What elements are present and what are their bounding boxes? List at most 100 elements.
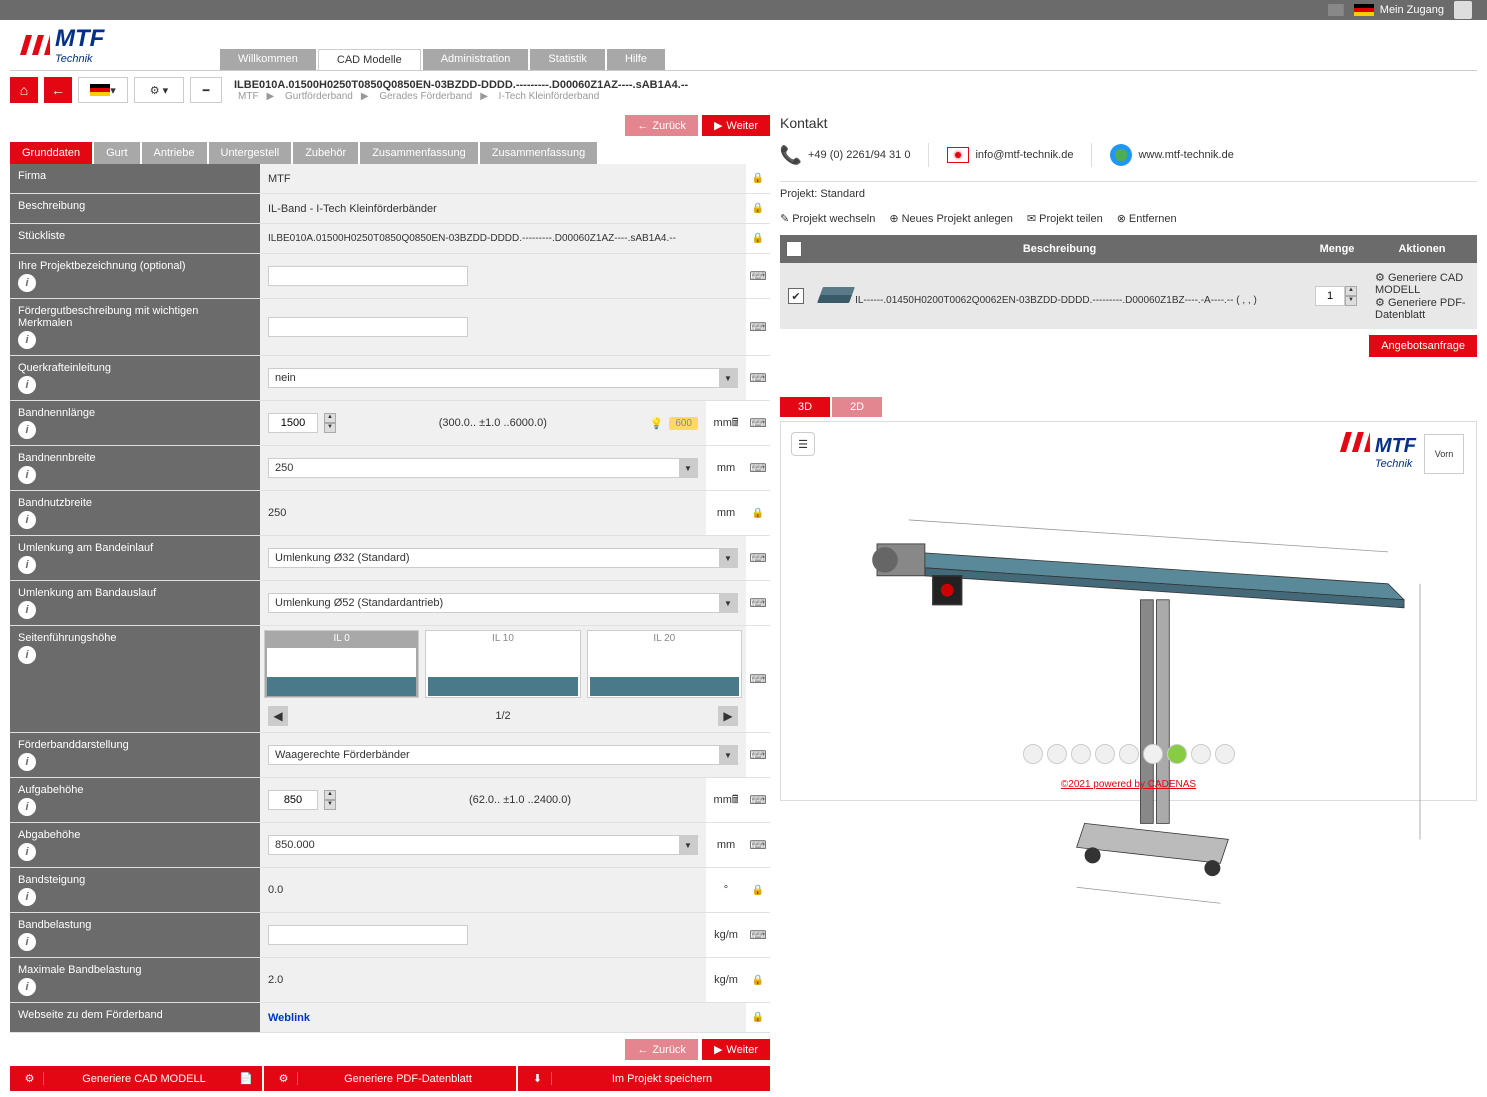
row-checkbox[interactable]: ✔ bbox=[788, 288, 804, 304]
select-bandbreite[interactable]: 250▼ bbox=[268, 458, 698, 478]
info-icon[interactable]: i bbox=[18, 421, 36, 439]
spinner-up[interactable]: ▲ bbox=[324, 413, 336, 423]
info-icon[interactable]: i bbox=[18, 556, 36, 574]
save-project-button[interactable]: ⬇Im Projekt speichern bbox=[518, 1066, 770, 1091]
img-prev[interactable]: ◀ bbox=[268, 706, 288, 726]
viewer-tool-2[interactable] bbox=[1047, 744, 1067, 764]
info-icon[interactable]: i bbox=[18, 888, 36, 906]
calc-icon[interactable]: 🖩 bbox=[732, 414, 739, 433]
info-icon[interactable]: i bbox=[18, 978, 36, 996]
info-icon[interactable]: i bbox=[18, 466, 36, 484]
select-abgabe[interactable]: 850.000▼ bbox=[268, 835, 698, 855]
language-selector[interactable]: Mein Zugang bbox=[1354, 4, 1444, 16]
generate-pdf-button[interactable]: ⚙Generiere PDF-Datenblatt bbox=[264, 1066, 516, 1091]
info-icon[interactable]: i bbox=[18, 511, 36, 529]
viewer-tool-9[interactable] bbox=[1215, 744, 1235, 764]
keyboard-icon[interactable] bbox=[746, 626, 770, 732]
select-querkraft[interactable]: nein▼ bbox=[268, 368, 738, 388]
info-icon[interactable]: i bbox=[18, 274, 36, 292]
kontakt-phone[interactable]: 📞+49 (0) 2261/94 31 0 bbox=[780, 144, 910, 166]
projekt-entfernen[interactable]: ⊗ Entfernen bbox=[1117, 212, 1177, 225]
keyboard-icon[interactable] bbox=[746, 581, 770, 625]
viewer-footer[interactable]: ©2021 powered by CADENAS bbox=[781, 779, 1476, 790]
keyboard-icon[interactable] bbox=[746, 401, 770, 445]
keyboard-icon[interactable] bbox=[746, 733, 770, 777]
subtab-zusammenfassung1[interactable]: Zusammenfassung bbox=[360, 142, 478, 164]
info-icon[interactable]: i bbox=[18, 843, 36, 861]
projekt-teilen[interactable]: ✉ Projekt teilen bbox=[1027, 212, 1103, 225]
input-projektbez[interactable] bbox=[268, 266, 468, 286]
projekt-neu[interactable]: ⊕ Neues Projekt anlegen bbox=[889, 212, 1013, 225]
3d-viewer[interactable]: ☰ MTF Technik Vorn bbox=[780, 421, 1477, 801]
input-bandlaenge[interactable] bbox=[268, 413, 318, 433]
select-umlenk-aus[interactable]: Umlenkung Ø52 (Standardantrieb)▼ bbox=[268, 593, 738, 613]
angebotsanfrage-button[interactable]: Angebotsanfrage bbox=[1369, 335, 1477, 357]
weiter-button-bottom[interactable]: ▶ Weiter bbox=[702, 1039, 770, 1060]
select-foerderdar[interactable]: Waagerechte Förderbänder▼ bbox=[268, 745, 738, 765]
input-foerdergut[interactable] bbox=[268, 317, 468, 337]
back-button[interactable]: ← bbox=[44, 77, 72, 103]
subtab-untergestell[interactable]: Untergestell bbox=[209, 142, 292, 164]
option-il20[interactable]: IL 20 bbox=[587, 630, 742, 698]
keyboard-icon[interactable] bbox=[746, 778, 770, 822]
keyboard-icon[interactable] bbox=[746, 299, 770, 355]
nav-tab-willkommen[interactable]: Willkommen bbox=[220, 49, 316, 70]
nav-tab-statistik[interactable]: Statistik bbox=[530, 49, 605, 70]
calc-icon[interactable]: 🖩 bbox=[732, 791, 739, 810]
zurueck-button-bottom[interactable]: ← Zurück bbox=[625, 1039, 698, 1060]
spinner-down[interactable]: ▼ bbox=[324, 800, 336, 810]
subtab-zubehoer[interactable]: Zubehör bbox=[293, 142, 358, 164]
kontakt-email[interactable]: info@mtf-technik.de bbox=[947, 147, 1073, 163]
viewer-tool-4[interactable] bbox=[1095, 744, 1115, 764]
info-icon[interactable]: i bbox=[18, 376, 36, 394]
weblink[interactable]: Weblink bbox=[268, 1012, 310, 1024]
subtab-antriebe[interactable]: Antriebe bbox=[142, 142, 207, 164]
generate-cad-button[interactable]: ⚙Generiere CAD MODELL📄 bbox=[10, 1066, 262, 1091]
tool-dropdown-1[interactable]: ⚙ ▾ bbox=[134, 77, 184, 103]
viewer-tool-7[interactable] bbox=[1167, 744, 1187, 764]
subtab-gurt[interactable]: Gurt bbox=[94, 142, 139, 164]
spinner-up[interactable]: ▲ bbox=[324, 790, 336, 800]
subtab-zusammenfassung2[interactable]: Zusammenfassung bbox=[480, 142, 598, 164]
keyboard-icon[interactable] bbox=[746, 446, 770, 490]
subtab-grunddaten[interactable]: Grunddaten bbox=[10, 142, 92, 164]
info-icon[interactable]: i bbox=[18, 933, 36, 951]
zurueck-button-top[interactable]: ← Zurück bbox=[625, 115, 698, 136]
select-umlenk-ein[interactable]: Umlenkung Ø32 (Standard)▼ bbox=[268, 548, 738, 568]
view-tab-3d[interactable]: 3D bbox=[780, 397, 830, 417]
img-next[interactable]: ▶ bbox=[718, 706, 738, 726]
viewer-tool-3[interactable] bbox=[1071, 744, 1091, 764]
projekt-wechseln[interactable]: ✎ Projekt wechseln bbox=[780, 212, 875, 225]
view-list-button[interactable]: ☰ bbox=[791, 432, 815, 456]
info-icon[interactable]: i bbox=[18, 798, 36, 816]
view-cube[interactable]: Vorn bbox=[1424, 434, 1464, 474]
input-aufgabe[interactable] bbox=[268, 790, 318, 810]
kontakt-web[interactable]: www.mtf-technik.de bbox=[1110, 144, 1233, 166]
viewer-tool-1[interactable] bbox=[1023, 744, 1043, 764]
keyboard-icon[interactable] bbox=[746, 823, 770, 867]
keyboard-icon[interactable] bbox=[746, 536, 770, 580]
info-icon[interactable]: i bbox=[18, 753, 36, 771]
viewer-tool-5[interactable] bbox=[1119, 744, 1139, 764]
option-il0[interactable]: IL 0 bbox=[264, 630, 419, 698]
input-bandbelastung[interactable] bbox=[268, 925, 468, 945]
keyboard-icon[interactable] bbox=[746, 356, 770, 400]
view-tab-2d[interactable]: 2D bbox=[832, 397, 882, 417]
info-icon[interactable]: i bbox=[18, 601, 36, 619]
spinner-down[interactable]: ▼ bbox=[324, 423, 336, 433]
keyboard-icon[interactable] bbox=[746, 913, 770, 957]
info-icon[interactable]: i bbox=[18, 331, 36, 349]
info-icon[interactable]: i bbox=[18, 646, 36, 664]
row-generate-pdf[interactable]: ⚙ Generiere PDF-Datenblatt bbox=[1375, 296, 1469, 321]
weiter-button-top[interactable]: ▶ Weiter bbox=[702, 115, 770, 136]
option-il10[interactable]: IL 10 bbox=[425, 630, 580, 698]
select-all-checkbox[interactable]: ✔ bbox=[786, 241, 802, 257]
nav-tab-hilfe[interactable]: Hilfe bbox=[607, 49, 665, 70]
keyboard-icon[interactable] bbox=[746, 254, 770, 298]
avatar[interactable] bbox=[1454, 1, 1472, 19]
logo[interactable]: MTFTechnik bbox=[20, 20, 170, 70]
nav-tab-admin[interactable]: Administration bbox=[423, 49, 529, 70]
row-generate-cad[interactable]: ⚙ Generiere CAD MODELL bbox=[1375, 271, 1469, 296]
tool-dropdown-2[interactable]: ━ bbox=[190, 77, 222, 103]
viewer-tool-6[interactable] bbox=[1143, 744, 1163, 764]
